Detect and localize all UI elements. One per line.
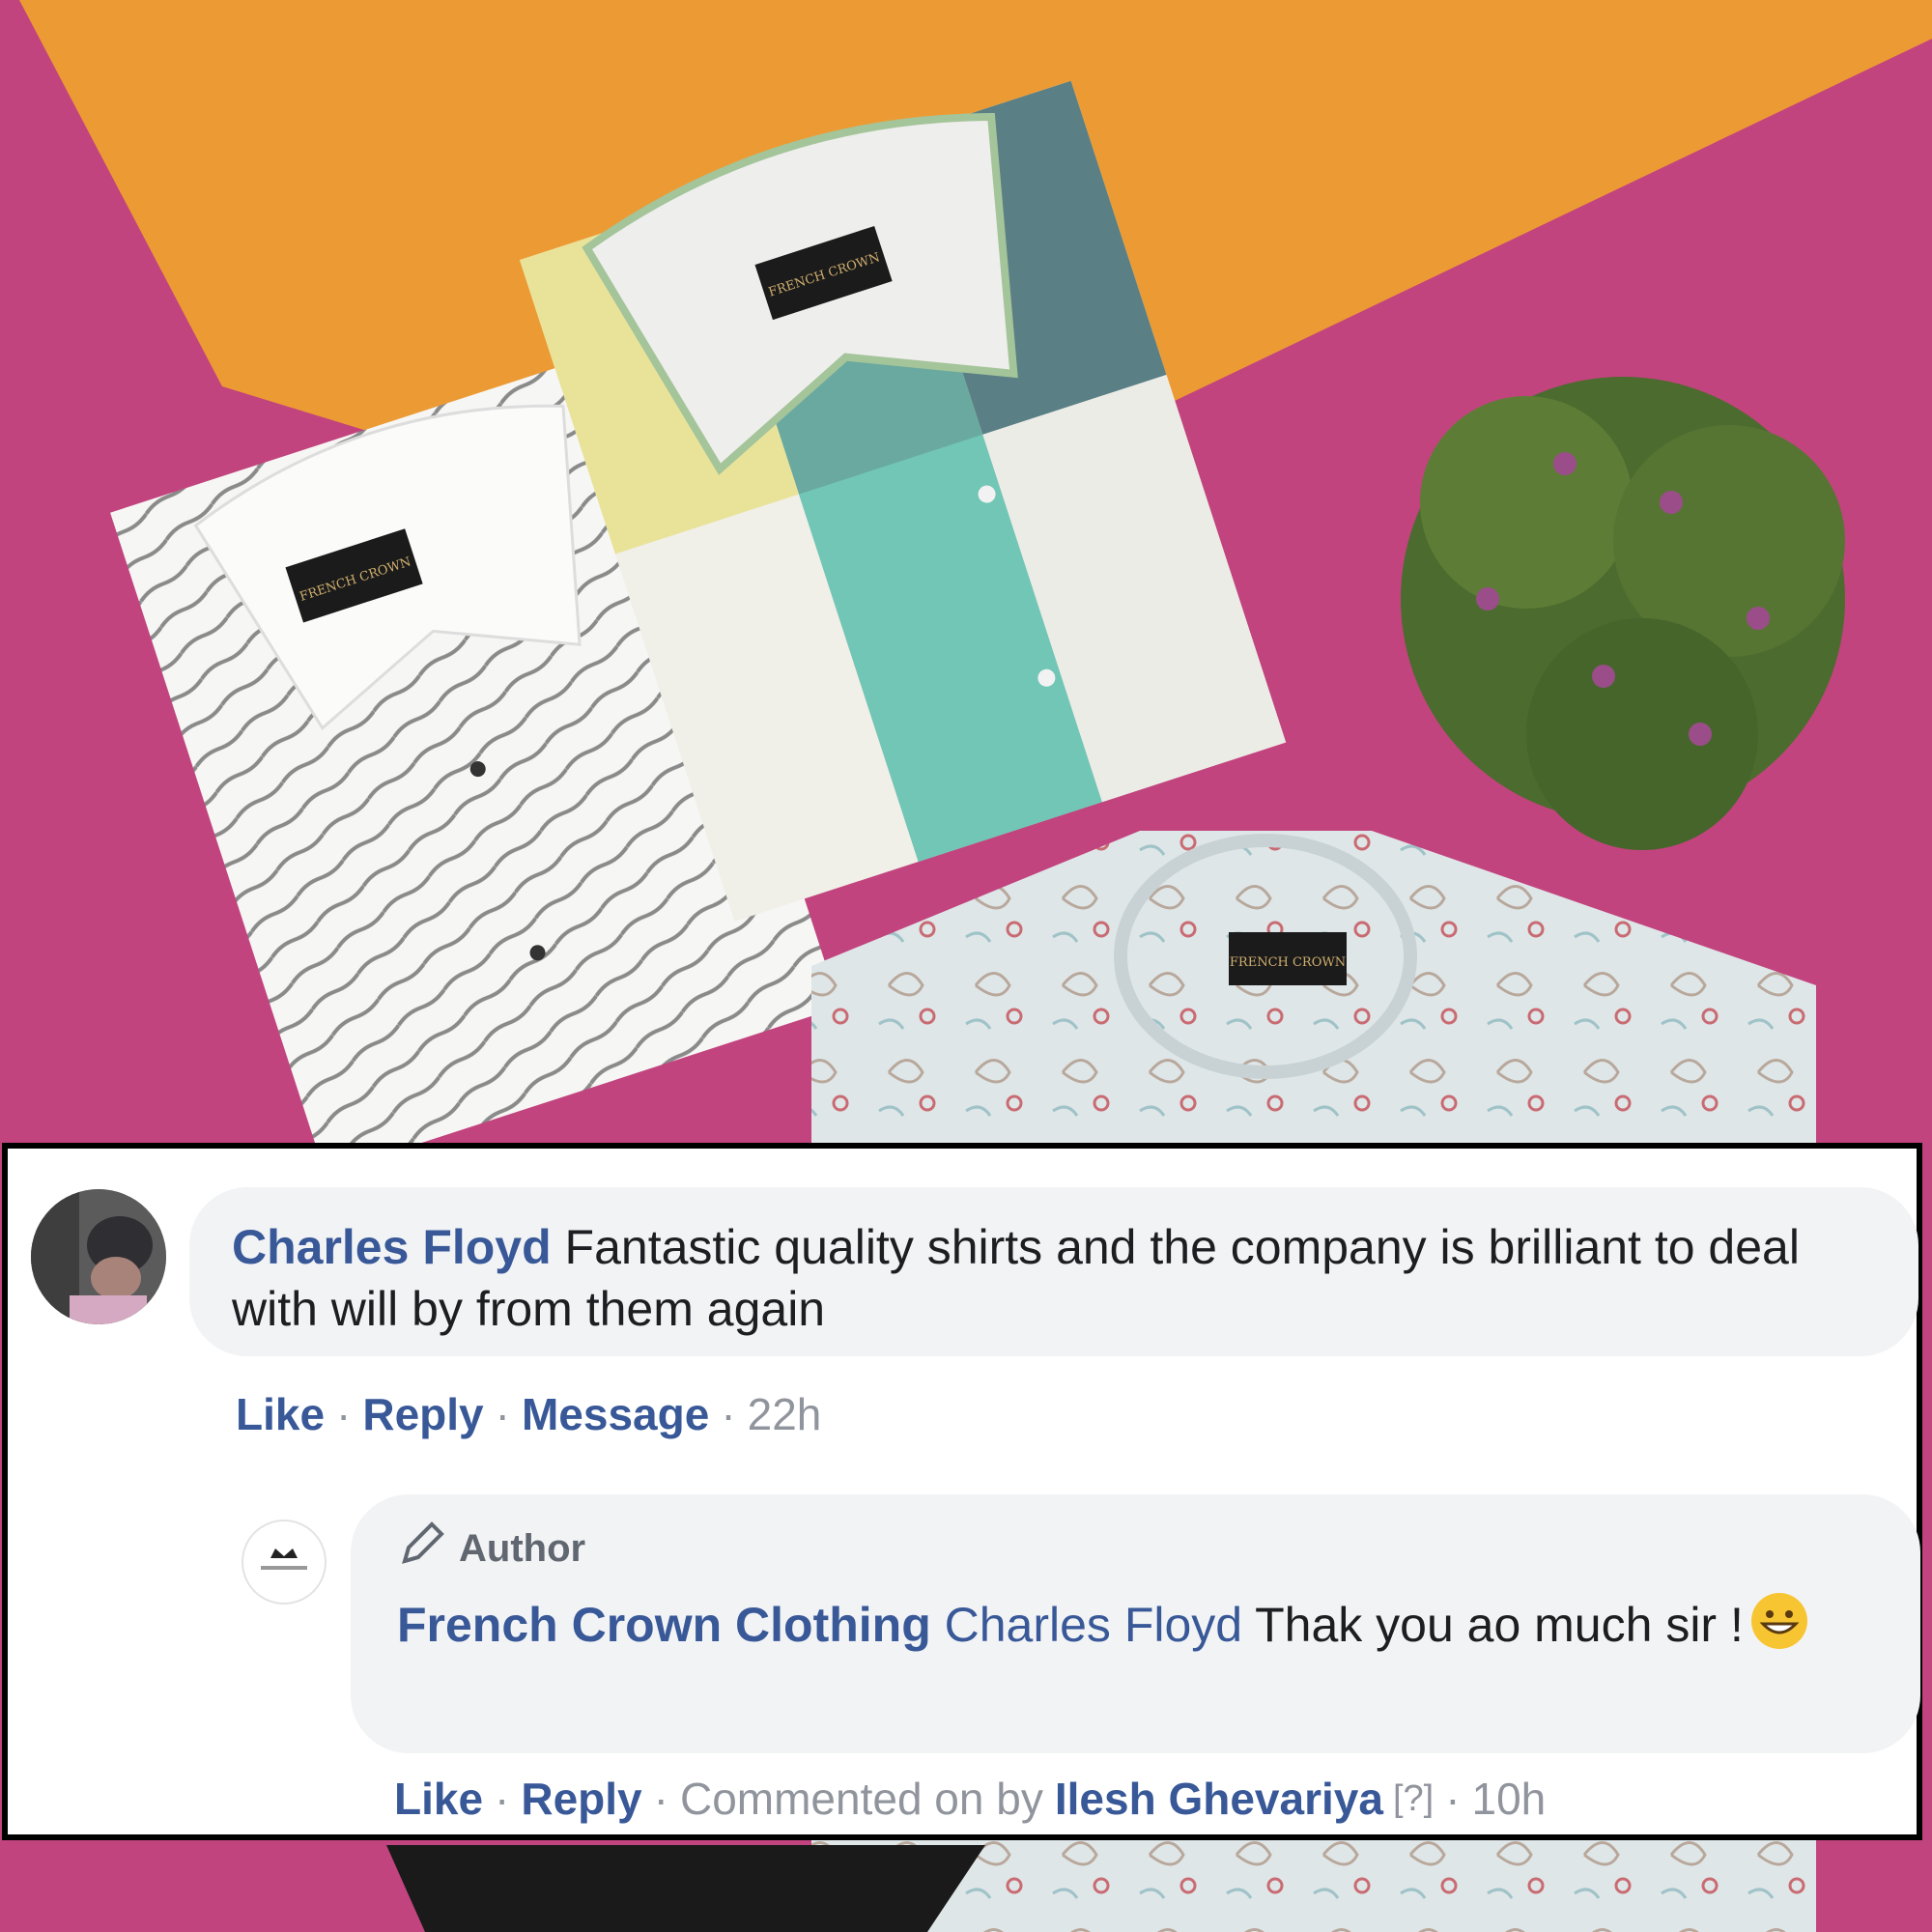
like-link[interactable]: Like [394,1773,483,1825]
grinning-emoji-icon [1749,1591,1809,1651]
author-badge: Author [397,1520,1878,1577]
reply-timestamp[interactable]: 10h [1472,1773,1547,1825]
reply-link[interactable]: Reply [362,1388,483,1440]
reply-author-link[interactable]: French Crown Clothing [397,1598,931,1652]
reply-text: Thak you ao much sir ! [1255,1598,1744,1652]
author-badge-label: Author [459,1526,586,1570]
reply-text-block: French Crown Clothing Charles Floyd Thak… [397,1591,1878,1656]
comment-author-link[interactable]: Charles Floyd [232,1220,552,1274]
comment-text-block: Charles Floyd Fantastic quality shirts a… [232,1216,1876,1340]
reply-link[interactable]: Reply [521,1773,641,1825]
avatar[interactable] [31,1189,166,1324]
commenter-link[interactable]: Ilesh Ghevariya [1055,1773,1383,1825]
label-text-3: FRENCH CROWN [1230,955,1346,970]
comment-thread: Charles Floyd Fantastic quality shirts a… [2,1143,1922,1840]
mention-link[interactable]: Charles Floyd [945,1598,1242,1652]
separator: · [495,1389,510,1439]
commented-by-text: Commented on by [679,1774,1043,1824]
message-link[interactable]: Message [522,1388,709,1440]
page-avatar[interactable] [242,1520,327,1605]
separator: · [495,1774,510,1824]
help-link[interactable]: [?] [1393,1778,1434,1820]
separator: · [1445,1774,1461,1824]
separator: · [653,1774,668,1824]
comment-timestamp[interactable]: 22h [748,1388,822,1440]
pencil-icon [397,1519,447,1578]
comment-actions: Like · Reply · Message · 22h [236,1388,821,1440]
separator: · [336,1389,352,1439]
comment-bubble: Charles Floyd Fantastic quality shirts a… [189,1187,1918,1356]
reply-bubble: Author French Crown Clothing Charles Flo… [351,1494,1920,1753]
like-link[interactable]: Like [236,1388,325,1440]
reply-actions: Like · Reply · Commented on by Ilesh Ghe… [394,1773,1546,1825]
separator: · [721,1389,736,1439]
